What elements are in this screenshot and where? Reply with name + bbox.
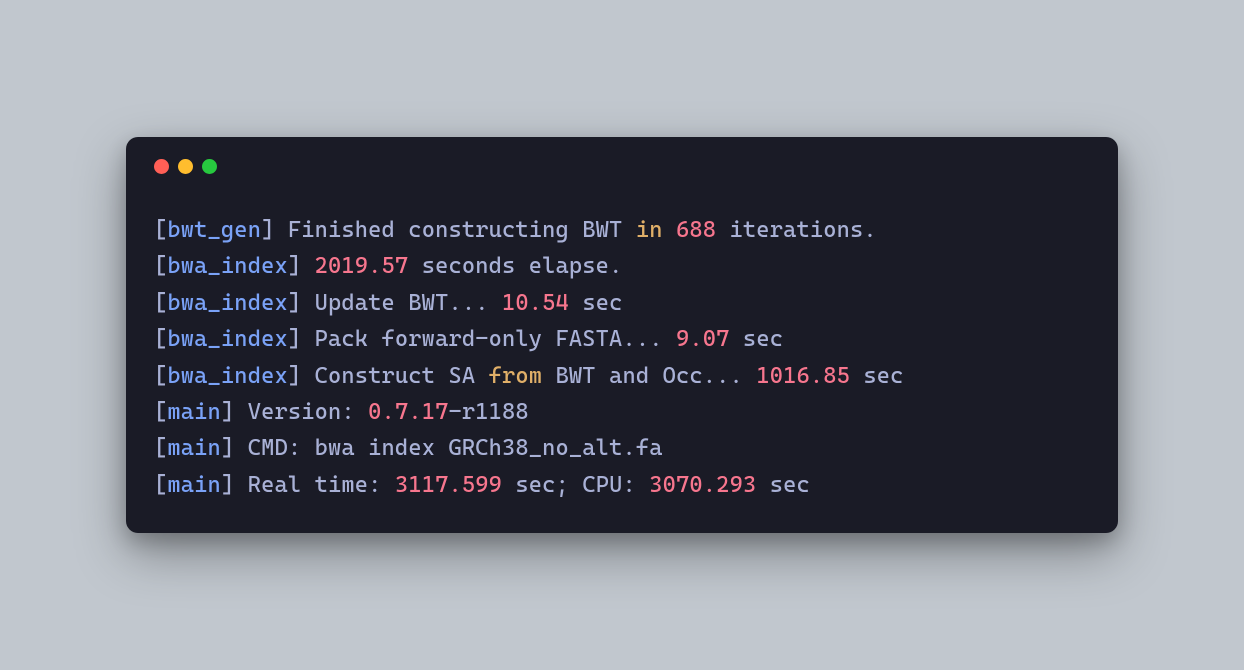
token-number: 3117.599 <box>395 472 502 498</box>
token-number: 9.07 <box>676 326 730 352</box>
close-icon[interactable] <box>154 159 169 174</box>
token-text: Construct SA <box>301 363 488 389</box>
token-text: Update BWT <box>301 290 448 316</box>
token-number: 10.54 <box>502 290 569 316</box>
minimize-icon[interactable] <box>178 159 193 174</box>
terminal-line: [main] Real time: 3117.599 sec; CPU: 307… <box>154 467 1090 503</box>
token-tag: bwa_index <box>167 290 287 316</box>
token-text: iterations <box>716 217 863 243</box>
token-tag: bwa_index <box>167 326 287 352</box>
token-number: 3070.293 <box>649 472 756 498</box>
token-keyword: from <box>489 363 543 389</box>
token-text <box>663 217 676 243</box>
token-bracket: [ <box>154 399 167 425</box>
terminal-line: [bwa_index] 2019.57 seconds elapse. <box>154 248 1090 284</box>
titlebar <box>154 159 1090 174</box>
terminal-line: [bwt_gen] Finished constructing BWT in 6… <box>154 212 1090 248</box>
token-number: 688 <box>676 217 716 243</box>
token-text: sec <box>850 363 904 389</box>
token-bracket: ] <box>221 472 234 498</box>
token-text: BWT and Occ <box>542 363 703 389</box>
terminal-window: [bwt_gen] Finished constructing BWT in 6… <box>126 137 1118 534</box>
token-number: 2019.57 <box>315 253 409 279</box>
token-text: Version: <box>234 399 368 425</box>
token-number: 0.7.17 <box>368 399 448 425</box>
token-bracket: [ <box>154 472 167 498</box>
token-text <box>301 253 314 279</box>
terminal-line: [main] CMD: bwa index GRCh38_no_alt.fa <box>154 430 1090 466</box>
token-bracket: [ <box>154 290 167 316</box>
token-tag: bwt_gen <box>167 217 261 243</box>
token-text: sec <box>569 290 623 316</box>
token-tag: main <box>167 399 221 425</box>
token-bracket: ] <box>288 363 301 389</box>
terminal-line: [main] Version: 0.7.17-r1188 <box>154 394 1090 430</box>
token-number: 1016.85 <box>756 363 850 389</box>
terminal-line: [bwa_index] Construct SA from BWT and Oc… <box>154 358 1090 394</box>
token-bracket: [ <box>154 217 167 243</box>
token-text: seconds elapse <box>408 253 609 279</box>
token-text: Pack forward-only FASTA <box>301 326 622 352</box>
token-text: fa <box>636 435 663 461</box>
token-text: Finished constructing BWT <box>274 217 635 243</box>
token-punct: ... <box>703 363 743 389</box>
token-bracket: [ <box>154 435 167 461</box>
token-punct: ... <box>448 290 488 316</box>
token-text: Real time: <box>234 472 395 498</box>
token-tag: bwa_index <box>167 253 287 279</box>
token-text: sec <box>502 472 556 498</box>
token-tag: main <box>167 472 221 498</box>
token-text <box>489 290 502 316</box>
terminal-line: [bwa_index] Update BWT... 10.54 sec <box>154 285 1090 321</box>
token-bracket: [ <box>154 326 167 352</box>
token-bracket: ] <box>288 290 301 316</box>
token-bracket: ] <box>261 217 274 243</box>
token-punct: . <box>863 217 876 243</box>
token-bracket: ] <box>288 253 301 279</box>
token-text: sec <box>756 472 810 498</box>
token-punct: ... <box>622 326 662 352</box>
token-bracket: ] <box>221 399 234 425</box>
token-punct: . <box>609 253 622 279</box>
token-tag: main <box>167 435 221 461</box>
token-text: sec <box>730 326 784 352</box>
token-text: CMD: bwa index GRCh38_no_alt <box>234 435 622 461</box>
token-keyword: in <box>636 217 663 243</box>
token-bracket: [ <box>154 363 167 389</box>
token-tag: bwa_index <box>167 363 287 389</box>
token-text <box>663 326 676 352</box>
token-bracket: ] <box>288 326 301 352</box>
terminal-line: [bwa_index] Pack forward-only FASTA... 9… <box>154 321 1090 357</box>
token-bracket: ] <box>221 435 234 461</box>
token-text: CPU: <box>569 472 649 498</box>
token-punct: . <box>622 435 635 461</box>
token-text: -r1188 <box>448 399 528 425</box>
maximize-icon[interactable] <box>202 159 217 174</box>
token-bracket: [ <box>154 253 167 279</box>
token-text <box>743 363 756 389</box>
token-punct: ; <box>556 472 569 498</box>
terminal-output: [bwt_gen] Finished constructing BWT in 6… <box>154 212 1090 504</box>
